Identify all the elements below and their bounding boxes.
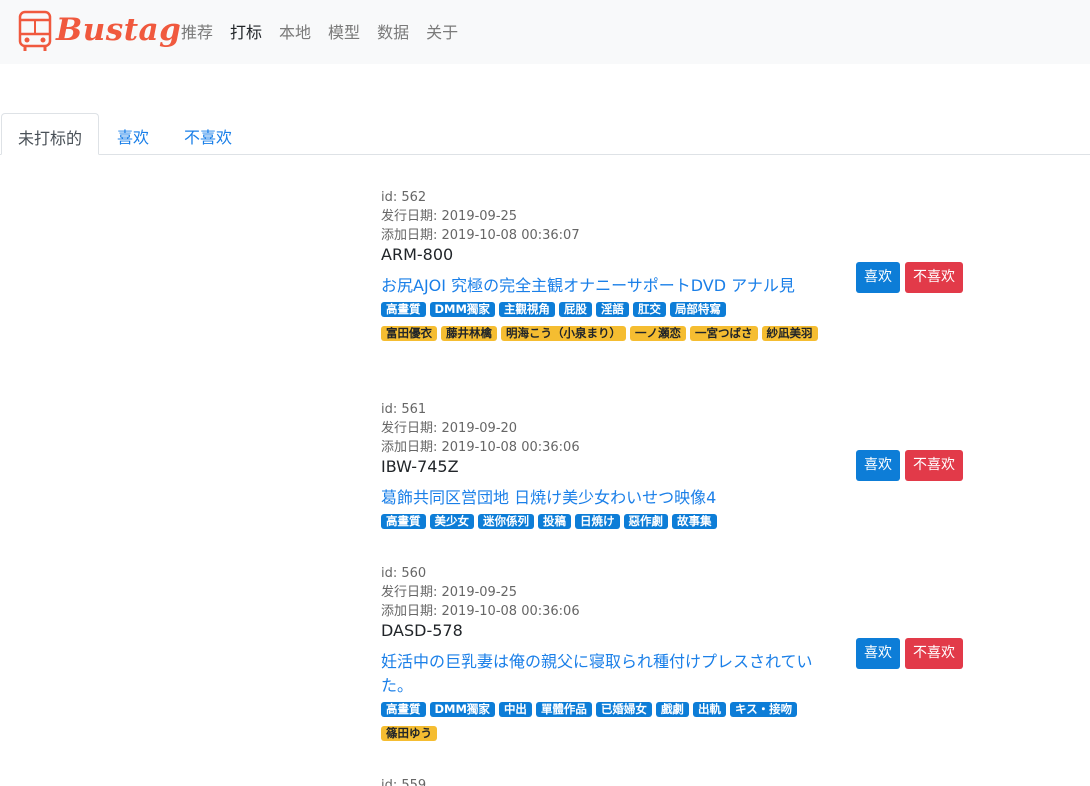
item-title-link[interactable]: お尻AJOI 究極の完全主観オナニーサポートDVD アナル見 (381, 274, 836, 298)
item-actions: 喜欢 不喜欢 (856, 262, 968, 293)
release-label: 发行日期: (381, 421, 442, 436)
nav-item-recommend[interactable]: 推荐 (181, 19, 213, 43)
genre-tag[interactable]: キス・接吻 (729, 702, 798, 717)
actor-tag[interactable]: 一宮つばさ (690, 326, 758, 341)
item-added-date: 添加日期: 2019-10-08 00:36:06 (381, 602, 981, 621)
brand-name: Bustag (56, 12, 182, 48)
actor-tag[interactable]: 一ノ瀬恋 (630, 326, 686, 341)
release-value: 2019-09-25 (441, 585, 518, 600)
tab-liked[interactable]: 喜欢 (117, 113, 149, 155)
tab-bar: 未打标的 喜欢 不喜欢 (0, 113, 1090, 155)
genre-tag[interactable]: 惡作劇 (623, 514, 668, 529)
genre-tag[interactable]: 中出 (498, 702, 532, 717)
item-release-date: 发行日期: 2019-09-25 (381, 583, 981, 602)
genre-tag[interactable]: 局部特寫 (669, 302, 726, 317)
genre-tag[interactable]: 投稿 (538, 514, 571, 529)
genre-tag[interactable]: 戲劇 (655, 702, 689, 717)
item-id: id: 560 (381, 564, 981, 583)
genre-tag[interactable]: 高畫質 (381, 702, 426, 717)
added-label: 添加日期: (381, 440, 442, 455)
item-id: id: 561 (381, 400, 981, 419)
item-id: id: 562 (381, 188, 981, 207)
id-label: id: (381, 190, 402, 205)
dislike-button[interactable]: 不喜欢 (905, 262, 963, 293)
release-value: 2019-09-25 (441, 209, 518, 224)
genre-tag[interactable]: 高畫質 (381, 302, 426, 317)
item-title-link[interactable]: 妊活中の巨乳妻は俺の親父に寝取られ種付けプレスされていた。 (381, 650, 836, 698)
release-label: 发行日期: (381, 585, 442, 600)
item-actions: 喜欢 不喜欢 (856, 638, 968, 669)
id-value: 560 (401, 566, 427, 581)
like-button[interactable]: 喜欢 (856, 638, 900, 669)
genre-tags: 高畫質 DMM獨家 中出 單體作品 已婚婦女 戲劇 出軌 キス・接吻 (381, 702, 841, 726)
actor-tags: 篠田ゆう (381, 726, 841, 750)
genre-tag[interactable]: 單體作品 (535, 702, 592, 717)
nav-item-data[interactable]: 数据 (377, 19, 409, 43)
tab-disliked[interactable]: 不喜欢 (184, 113, 232, 155)
navbar: Bustag 推荐 打标 本地 模型 数据 关于 (0, 0, 1090, 64)
brand[interactable]: Bustag (18, 10, 181, 52)
actor-tag[interactable]: 紗凪美羽 (761, 326, 818, 341)
dislike-button[interactable]: 不喜欢 (905, 638, 963, 669)
item-id: id: 559 (381, 776, 981, 786)
genre-tag[interactable]: 故事集 (672, 514, 717, 529)
added-label: 添加日期: (381, 228, 442, 243)
actor-tag[interactable]: 富田優衣 (381, 326, 437, 341)
genre-tag[interactable]: 肛交 (632, 302, 666, 317)
genre-tag[interactable]: 高畫質 (381, 514, 426, 529)
tab-untagged[interactable]: 未打标的 (1, 113, 100, 155)
added-value: 2019-10-08 00:36:06 (441, 604, 580, 619)
genre-tag[interactable]: 美少女 (429, 514, 474, 529)
id-value: 561 (401, 402, 427, 417)
nav-menu: 推荐 打标 本地 模型 数据 关于 (181, 19, 475, 43)
genre-tag[interactable]: 出軌 (692, 702, 726, 717)
added-label: 添加日期: (381, 604, 442, 619)
item-release-date: 发行日期: 2019-09-25 (381, 207, 981, 226)
genre-tag[interactable]: 已婚婦女 (595, 702, 652, 717)
actor-tag[interactable]: 明海こう（小泉まり） (501, 326, 626, 341)
genre-tags: 高畫質 DMM獨家 主觀視角 屁股 淫語 肛交 局部特寫 (381, 302, 841, 326)
list-item: id: 560 发行日期: 2019-09-25 添加日期: 2019-10-0… (381, 564, 981, 750)
actor-tag[interactable]: 篠田ゆう (381, 726, 437, 741)
list-item: id: 562 发行日期: 2019-09-25 添加日期: 2019-10-0… (381, 188, 981, 350)
list-item: id: 559 (381, 776, 981, 786)
id-label: id: (381, 566, 402, 581)
release-value: 2019-09-20 (441, 421, 518, 436)
genre-tag[interactable]: 主觀視角 (498, 302, 555, 317)
actor-tag[interactable]: 藤井林檎 (441, 326, 497, 341)
item-added-date: 添加日期: 2019-10-08 00:36:07 (381, 226, 981, 245)
genre-tag[interactable]: DMM獨家 (429, 702, 495, 717)
nav-item-tagging[interactable]: 打标 (230, 19, 262, 43)
id-label: id: (381, 778, 402, 786)
item-actions: 喜欢 不喜欢 (856, 450, 968, 481)
genre-tag[interactable]: 屁股 (558, 302, 592, 317)
nav-item-model[interactable]: 模型 (328, 19, 360, 43)
genre-tag[interactable]: 迷你係列 (478, 514, 534, 529)
id-value: 562 (401, 190, 427, 205)
added-value: 2019-10-08 00:36:07 (441, 228, 580, 243)
item-release-date: 发行日期: 2019-09-20 (381, 419, 981, 438)
genre-tag[interactable]: DMM獨家 (429, 302, 495, 317)
id-value: 559 (401, 778, 427, 786)
nav-item-local[interactable]: 本地 (279, 19, 311, 43)
genre-tag[interactable]: 淫語 (595, 302, 629, 317)
list-item: id: 561 发行日期: 2019-09-20 添加日期: 2019-10-0… (381, 400, 981, 538)
nav-item-about[interactable]: 关于 (426, 19, 458, 43)
item-title-link[interactable]: 葛飾共同区営団地 日焼け美少女わいせつ映像4 (381, 486, 836, 510)
added-value: 2019-10-08 00:36:06 (441, 440, 580, 455)
dislike-button[interactable]: 不喜欢 (905, 450, 963, 481)
genre-tag[interactable]: 日焼け (575, 514, 620, 529)
genre-tags: 高畫質 美少女 迷你係列 投稿 日焼け 惡作劇 故事集 (381, 514, 841, 538)
id-label: id: (381, 402, 402, 417)
release-label: 发行日期: (381, 209, 442, 224)
bus-icon (18, 10, 52, 51)
actor-tags: 富田優衣 藤井林檎 明海こう（小泉まり） 一ノ瀬恋 一宮つばさ 紗凪美羽 (381, 326, 841, 350)
like-button[interactable]: 喜欢 (856, 450, 900, 481)
like-button[interactable]: 喜欢 (856, 262, 900, 293)
